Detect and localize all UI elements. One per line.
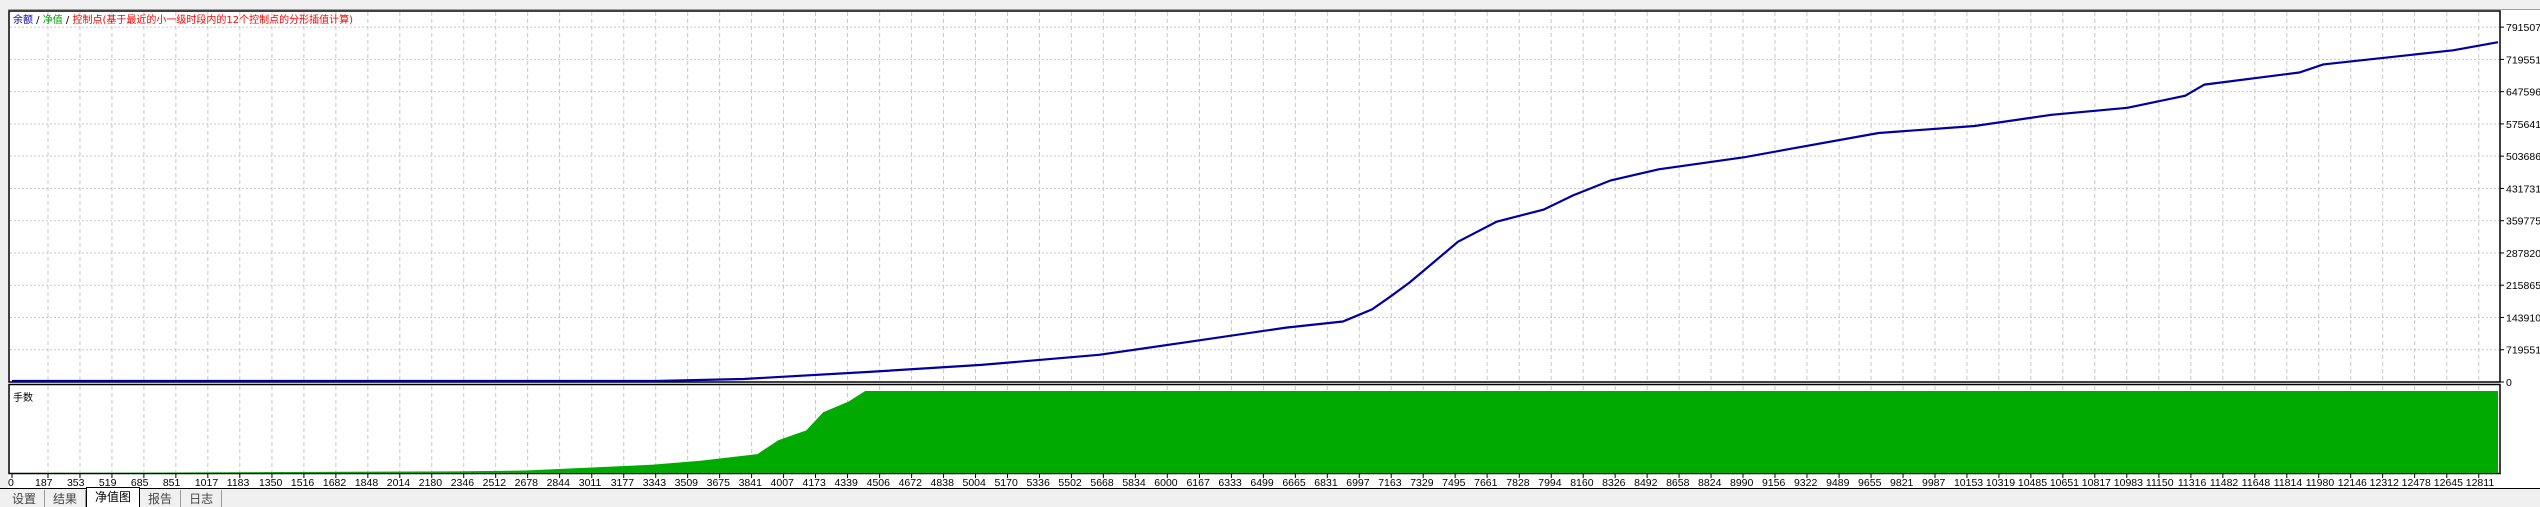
y-tick-label: 1439103 bbox=[2506, 312, 2540, 324]
y-tick-label: 6475967 bbox=[2506, 87, 2540, 99]
legend-equity: 净值 bbox=[42, 15, 63, 26]
x-axis: 0 187 353 519 685 851 1017 1183 1350 1516 1682 1848… bbox=[8, 474, 2494, 489]
y-tick-label: 0 bbox=[2506, 377, 2512, 389]
y-tick-label: 7195519 bbox=[2506, 345, 2540, 357]
y-tick-label: 7915070 bbox=[2506, 22, 2540, 34]
y-tick-label: 3597759 bbox=[2506, 216, 2540, 228]
equity-chart: 7915070 7195519 6475967 5756415 5036863 43173… bbox=[8, 10, 2540, 489]
y-axis: 7915070 7195519 6475967 5756415 5036863 43173… bbox=[2500, 22, 2540, 389]
y-tick-label: 5036863 bbox=[2506, 151, 2540, 163]
tab-report[interactable]: 报告 bbox=[140, 490, 182, 507]
y-tick-label: 5756415 bbox=[2506, 119, 2540, 131]
y-tick-label: 2158655 bbox=[2506, 280, 2540, 292]
legend-balance: 余额 bbox=[13, 15, 33, 26]
legend-control-points: 控制点(基于最近的小一级时段内的12个控制点的分形插值计算) bbox=[72, 15, 353, 26]
tester-tabs: 设置 结果 净值图 报告 日志 bbox=[0, 487, 2540, 507]
tab-settings[interactable]: 设置 bbox=[4, 490, 46, 507]
chart-legend: 余额 / 净值 / 控制点(基于最近的小一级时段内的12个控制点的分形插值计算) bbox=[13, 11, 353, 26]
legend-separator: / bbox=[33, 15, 43, 26]
lot-pane-label: 手数 bbox=[13, 393, 33, 404]
tab-equity-graph[interactable]: 净值图 bbox=[86, 487, 141, 507]
tab-results[interactable]: 结果 bbox=[45, 490, 87, 507]
y-tick-label: 2878207 bbox=[2506, 248, 2540, 260]
legend-separator: / bbox=[62, 15, 73, 26]
y-tick-label: 7195519 bbox=[2506, 54, 2540, 66]
y-tick-label: 4317311 bbox=[2506, 183, 2540, 195]
tab-journal[interactable]: 日志 bbox=[181, 490, 223, 507]
